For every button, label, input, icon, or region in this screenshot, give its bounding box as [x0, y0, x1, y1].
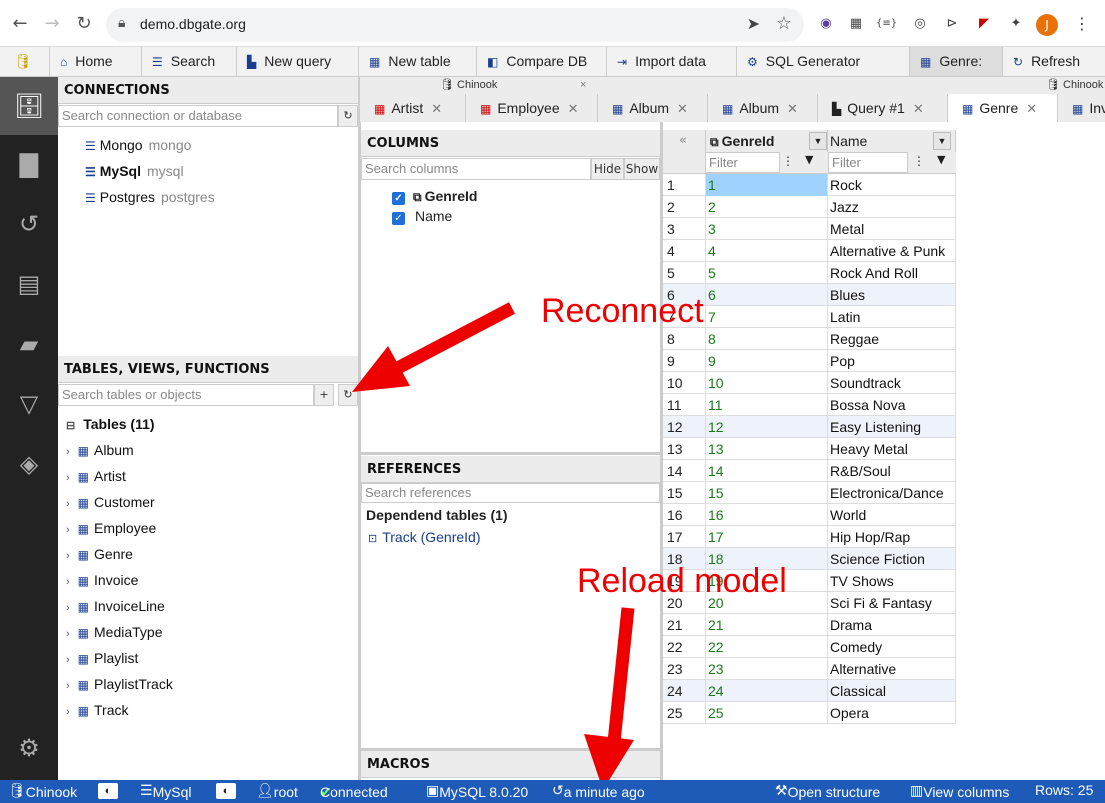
view-columns-button[interactable]: ▥ View columns [910, 782, 1009, 800]
status-version: ▣ MySQL 8.0.20 [426, 782, 529, 800]
open-structure-button[interactable]: ⚒ Open structure [775, 782, 880, 800]
status-version-label: MySQL 8.0.20 [439, 784, 529, 800]
status-db-label: Chinook [25, 784, 78, 800]
status-time[interactable]: ↺ a minute ago [552, 782, 645, 800]
status-time-label: a minute ago [563, 784, 645, 800]
status-connection-label: MySql [152, 784, 192, 800]
status-state-label: Connected [320, 784, 388, 800]
arrow-line [388, 302, 516, 377]
palette-icon[interactable]: ◐ [216, 783, 236, 799]
status-db[interactable]: 🛢︎ Chinook [8, 782, 77, 800]
status-connection[interactable]: ☰ MySql [140, 782, 191, 800]
status-bar: 🛢︎ Chinook ◐ ☰ MySql ◐ 👤︎ root ✔ Connect… [0, 780, 1105, 803]
open-structure-label: Open structure [787, 784, 881, 800]
status-user: 👤︎ root [256, 782, 298, 800]
view-columns-label: View columns [923, 784, 1010, 800]
rows-count: Rows: 25 [1035, 782, 1094, 798]
palette-icon[interactable]: ◐ [98, 783, 118, 799]
status-user-label: root [273, 784, 298, 800]
annotation-arrows [352, 302, 635, 790]
arrow-line [607, 607, 635, 743]
